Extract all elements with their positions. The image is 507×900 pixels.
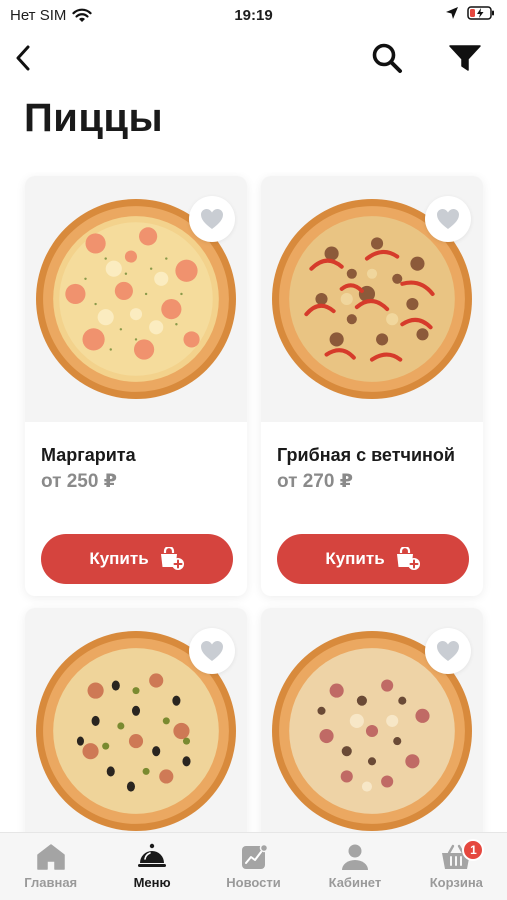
tab-home[interactable]: Главная [0,833,101,900]
tab-news[interactable]: Новости [203,833,304,900]
filter-icon [449,45,481,71]
search-icon [372,43,402,73]
favorite-button[interactable] [425,628,471,674]
heart-icon [437,641,459,661]
tab-menu[interactable]: Меню [101,833,202,900]
location-arrow-icon [446,7,458,19]
serving-tray-icon [138,843,167,867]
product-card[interactable]: Грибная с ветчиной от 270 ₽ Купить [261,176,483,596]
product-card[interactable] [25,608,247,832]
product-grid: Маргарита от 250 ₽ Купить Грибная с ветч… [0,172,507,832]
back-button[interactable] [8,40,38,76]
status-bar: Нет SIM 19:19 [0,0,507,32]
tab-label: Корзина [429,875,483,890]
add-to-basket-icon [396,547,420,570]
buy-button[interactable]: Купить [41,534,233,584]
heart-icon [201,209,223,229]
tab-account[interactable]: Кабинет [304,833,405,900]
product-card[interactable]: Маргарита от 250 ₽ Купить [25,176,247,596]
filter-button[interactable] [445,40,485,76]
favorite-button[interactable] [425,196,471,242]
search-button[interactable] [367,40,407,76]
tab-label: Кабинет [328,875,382,890]
tab-bar: Главная Меню Новости Кабинет Корзина 1 [0,832,507,900]
tab-cart[interactable]: Корзина 1 [406,833,507,900]
tab-label: Меню [133,875,171,890]
news-chart-icon [241,843,268,869]
back-arrow-icon [16,45,30,71]
product-price: от 250 ₽ [41,471,117,492]
product-name: Маргарита [41,445,136,465]
home-icon [36,844,65,870]
product-name: Грибная с ветчиной [277,445,455,465]
buy-button[interactable]: Купить [277,534,469,584]
product-price: от 270 ₽ [277,471,353,492]
status-time: 19:19 [234,7,273,24]
tab-label: Новости [226,875,281,890]
buy-button-label: Купить [89,549,149,568]
status-right [445,6,495,20]
tab-label: Главная [24,875,78,890]
page-title: Пиццы [24,96,164,140]
product-card[interactable] [261,608,483,832]
battery-charging-icon [467,6,494,20]
heart-icon [201,641,223,661]
favorite-button[interactable] [189,196,235,242]
user-icon [341,844,368,870]
cart-count-badge: 1 [462,839,485,861]
buy-button-label: Купить [325,549,385,568]
favorite-button[interactable] [189,628,235,674]
nav-bar [0,36,507,80]
add-to-basket-icon [160,547,184,570]
heart-icon [437,209,459,229]
